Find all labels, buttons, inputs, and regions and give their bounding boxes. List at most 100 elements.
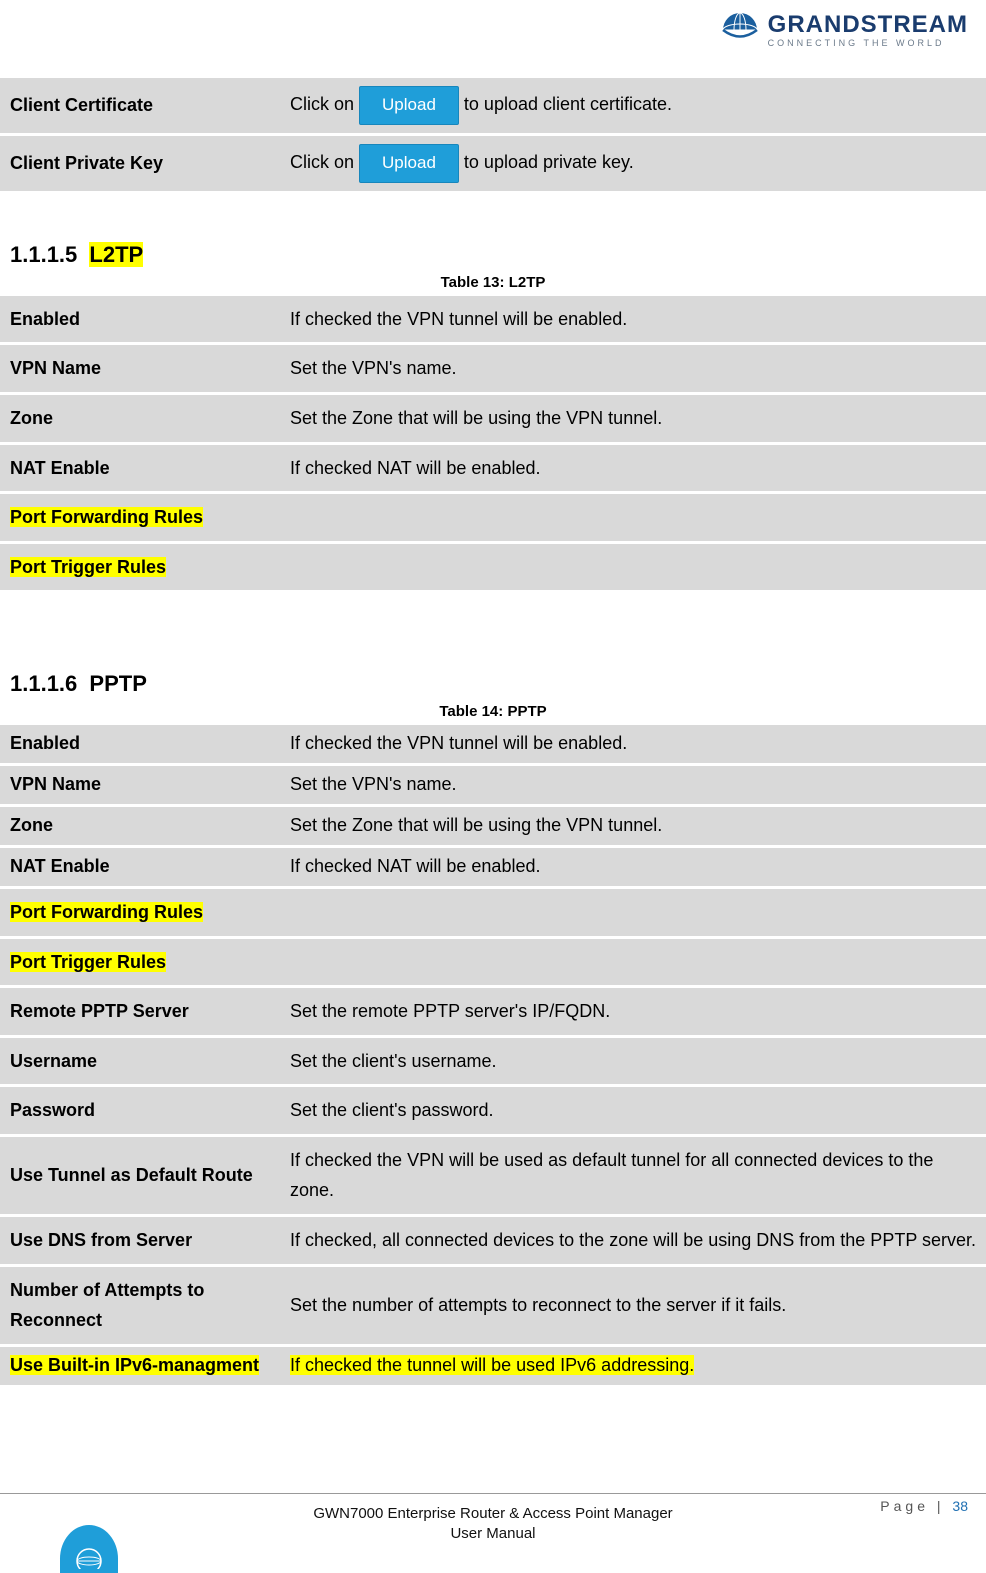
brand-logo: GRANDSTREAM CONNECTING THE WORLD	[718, 8, 968, 52]
param-val	[280, 939, 986, 986]
table-row: Port Trigger Rules	[0, 544, 986, 591]
page: GRANDSTREAM CONNECTING THE WORLD Client …	[0, 0, 986, 1388]
param-val: If checked NAT will be enabled.	[280, 848, 986, 886]
table-l2tp: Enabled If checked the VPN tunnel will b…	[0, 293, 986, 594]
param-key: Password	[0, 1087, 280, 1134]
table-row: VPN Name Set the VPN's name.	[0, 345, 986, 392]
param-val: Set the client's username.	[280, 1038, 986, 1085]
table-row: Zone Set the Zone that will be using the…	[0, 807, 986, 845]
section-heading-pptp: 1.1.1.6 PPTP	[10, 671, 986, 697]
heading-number: 1.1.1.6	[10, 671, 77, 696]
table-row: Zone Set the Zone that will be using the…	[0, 395, 986, 442]
param-key: Zone	[0, 807, 280, 845]
upload-button[interactable]: Upload	[359, 86, 459, 125]
footer-text: GWN7000 Enterprise Router & Access Point…	[0, 1504, 986, 1543]
param-val: If checked the VPN tunnel will be enable…	[280, 725, 986, 763]
table-row: Client Private Key Click on Upload to up…	[0, 136, 986, 191]
param-val: Set the Zone that will be using the VPN …	[280, 807, 986, 845]
text: to upload client certificate.	[464, 94, 672, 114]
param-key: NAT Enable	[0, 445, 280, 492]
param-key: NAT Enable	[0, 848, 280, 886]
param-val: Set the Zone that will be using the VPN …	[280, 395, 986, 442]
footer: Page | 38 GWN7000 Enterprise Router & Ac…	[0, 1493, 986, 1573]
param-key: Username	[0, 1038, 280, 1085]
table-row: Use Tunnel as Default Route If checked t…	[0, 1137, 986, 1214]
highlighted-text: Port Trigger Rules	[10, 557, 166, 577]
table-row: NAT Enable If checked NAT will be enable…	[0, 445, 986, 492]
param-key: Use Built-in IPv6-managment	[0, 1347, 280, 1385]
table-row: Port Forwarding Rules	[0, 889, 986, 936]
param-val: Set the remote PPTP server's IP/FQDN.	[280, 988, 986, 1035]
table-row: Port Forwarding Rules	[0, 494, 986, 541]
param-val: If checked the VPN tunnel will be enable…	[280, 296, 986, 343]
brand-name: GRANDSTREAM	[768, 13, 968, 37]
table-row: Number of Attempts to Reconnect Set the …	[0, 1267, 986, 1344]
table-caption: Table 14: PPTP	[0, 703, 986, 720]
table-row: Remote PPTP Server Set the remote PPTP s…	[0, 988, 986, 1035]
param-key: Enabled	[0, 296, 280, 343]
param-key: Remote PPTP Server	[0, 988, 280, 1035]
brand-text: GRANDSTREAM CONNECTING THE WORLD	[768, 13, 968, 48]
table-row: Password Set the client's password.	[0, 1087, 986, 1134]
param-key: Client Private Key	[0, 136, 280, 191]
param-val: Set the client's password.	[280, 1087, 986, 1134]
heading-title: L2TP	[89, 242, 143, 267]
page-num-value: 38	[952, 1498, 968, 1514]
param-key: Number of Attempts to Reconnect	[0, 1267, 280, 1344]
footer-line1: GWN7000 Enterprise Router & Access Point…	[0, 1504, 986, 1524]
table-row: Username Set the client's username.	[0, 1038, 986, 1085]
param-key: Port Trigger Rules	[0, 544, 280, 591]
table-pptp: Enabled If checked the VPN tunnel will b…	[0, 722, 986, 1387]
footer-line2: User Manual	[0, 1524, 986, 1544]
param-key: VPN Name	[0, 345, 280, 392]
param-val: Set the VPN's name.	[280, 345, 986, 392]
highlighted-text: Use Built-in IPv6-managment	[10, 1355, 259, 1375]
page-number: Page | 38	[880, 1498, 968, 1514]
table-row: Client Certificate Click on Upload to up…	[0, 78, 986, 133]
param-val: Set the VPN's name.	[280, 766, 986, 804]
param-val: Set the number of attempts to reconnect …	[280, 1267, 986, 1344]
param-val: If checked NAT will be enabled.	[280, 445, 986, 492]
text: to upload private key.	[464, 152, 634, 172]
content: Client Certificate Click on Upload to up…	[0, 0, 986, 1388]
param-val: Click on Upload to upload client certifi…	[280, 78, 986, 133]
param-key: VPN Name	[0, 766, 280, 804]
table-row: Enabled If checked the VPN tunnel will b…	[0, 725, 986, 763]
param-key: Client Certificate	[0, 78, 280, 133]
param-val: If checked, all connected devices to the…	[280, 1217, 986, 1264]
param-key: Use Tunnel as Default Route	[0, 1137, 280, 1214]
param-val	[280, 494, 986, 541]
param-key: Use DNS from Server	[0, 1217, 280, 1264]
table-row: Use DNS from Server If checked, all conn…	[0, 1217, 986, 1264]
param-val: Click on Upload to upload private key.	[280, 136, 986, 191]
brand-tagline: CONNECTING THE WORLD	[768, 39, 968, 48]
text: Click on	[290, 152, 359, 172]
table-client-cert: Client Certificate Click on Upload to up…	[0, 75, 986, 194]
upload-button[interactable]: Upload	[359, 144, 459, 183]
param-key: Port Trigger Rules	[0, 939, 280, 986]
param-key: Zone	[0, 395, 280, 442]
table-row: Enabled If checked the VPN tunnel will b…	[0, 296, 986, 343]
table-row: Port Trigger Rules	[0, 939, 986, 986]
param-val: If checked the VPN will be used as defau…	[280, 1137, 986, 1214]
page-sep: |	[929, 1498, 952, 1514]
param-val: If checked the tunnel will be used IPv6 …	[280, 1347, 986, 1385]
table-caption: Table 13: L2TP	[0, 274, 986, 291]
param-val	[280, 889, 986, 936]
globe-icon	[718, 8, 762, 52]
text: Click on	[290, 94, 359, 114]
heading-title: PPTP	[89, 671, 146, 696]
highlighted-text: Port Forwarding Rules	[10, 902, 203, 922]
page-label-text: Page	[880, 1498, 929, 1514]
highlighted-text: Port Trigger Rules	[10, 952, 166, 972]
section-heading-l2tp: 1.1.1.5 L2TP	[10, 242, 986, 268]
param-key: Port Forwarding Rules	[0, 494, 280, 541]
heading-number: 1.1.1.5	[10, 242, 77, 267]
table-row: VPN Name Set the VPN's name.	[0, 766, 986, 804]
highlighted-text: Port Forwarding Rules	[10, 507, 203, 527]
param-key: Port Forwarding Rules	[0, 889, 280, 936]
table-row: Use Built-in IPv6-managment If checked t…	[0, 1347, 986, 1385]
table-row: NAT Enable If checked NAT will be enable…	[0, 848, 986, 886]
param-key: Enabled	[0, 725, 280, 763]
highlighted-text: If checked the tunnel will be used IPv6 …	[290, 1355, 694, 1375]
